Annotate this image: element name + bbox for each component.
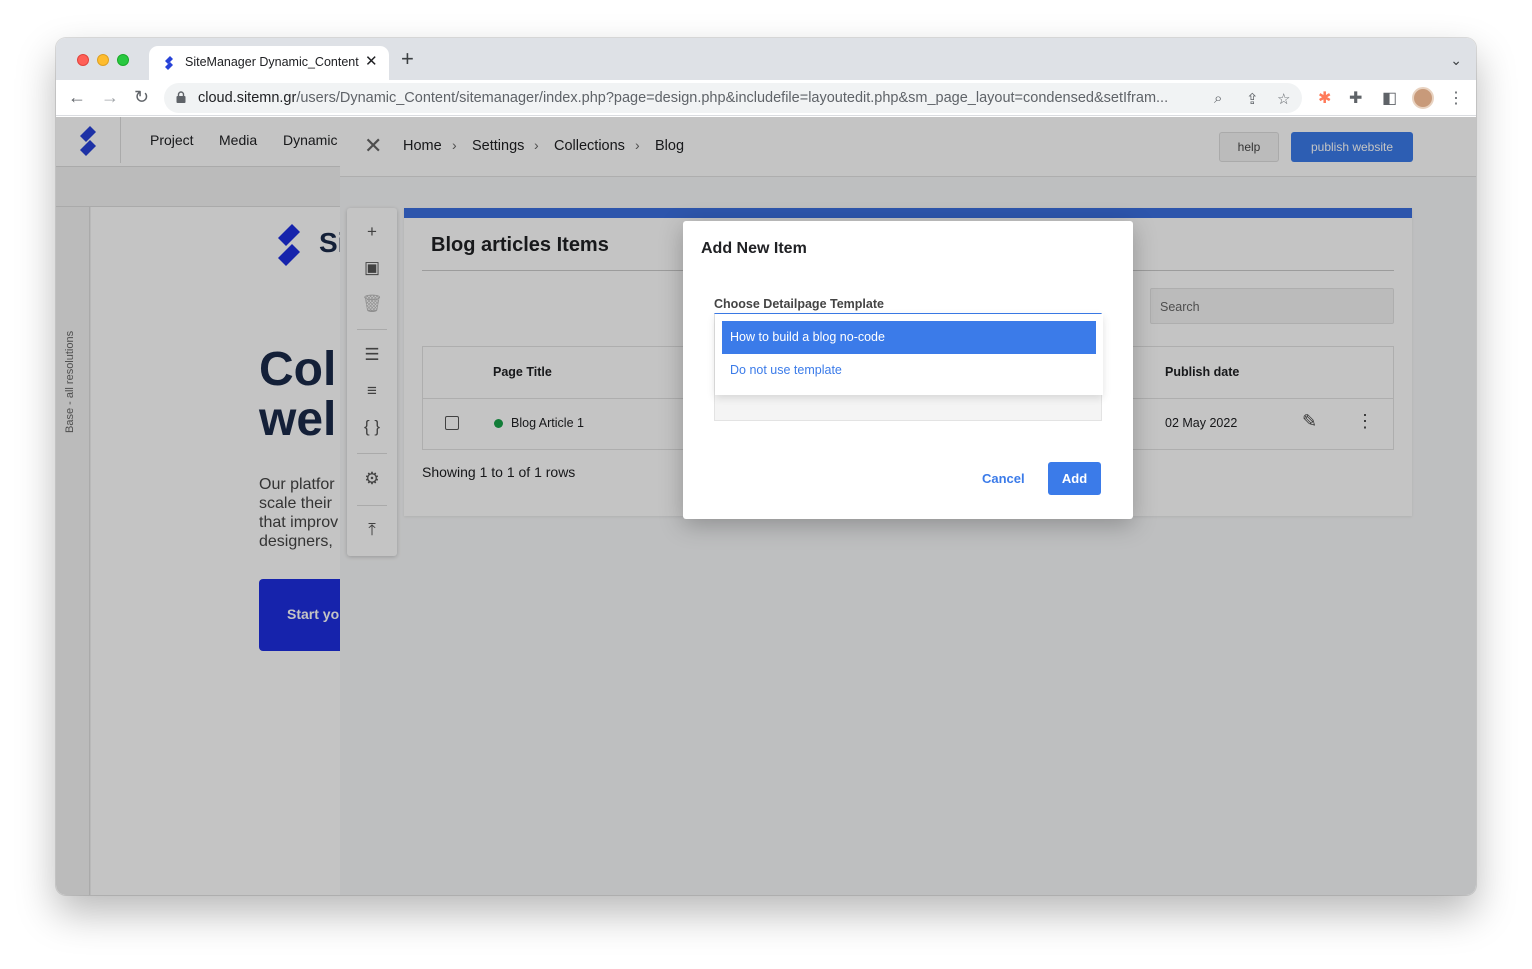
template-option[interactable]: Do not use template — [722, 354, 1096, 387]
browser-tab[interactable]: SiteManager Dynamic_Content ✕ — [149, 46, 389, 80]
forward-icon[interactable]: → — [101, 86, 119, 108]
dialog-title: Add New Item — [701, 240, 807, 257]
profile-avatar[interactable] — [1412, 87, 1434, 109]
lock-icon — [176, 91, 186, 103]
side-panel-icon[interactable]: ◧ — [1382, 88, 1397, 108]
template-option-selected[interactable]: How to build a blog no-code — [722, 321, 1096, 354]
tab-search-chevron-icon[interactable]: ⌄ — [1450, 52, 1462, 69]
cancel-button[interactable]: Cancel — [982, 462, 1025, 495]
tab-close-icon[interactable]: ✕ — [365, 52, 378, 70]
share-icon[interactable]: ⇪ — [1246, 90, 1259, 108]
page-content: Project Media Dynamic Base - all resolut… — [56, 117, 1476, 895]
bookmark-star-icon[interactable]: ☆ — [1277, 90, 1290, 108]
template-field-label: Choose Detailpage Template — [714, 297, 884, 311]
address-bar[interactable]: cloud.sitemn.gr/users/Dynamic_Content/si… — [164, 83, 1302, 113]
back-icon[interactable]: ← — [68, 86, 86, 108]
url-path: /users/Dynamic_Content/sitemanager/index… — [296, 90, 1169, 106]
sitemanager-favicon-icon — [165, 56, 173, 70]
minimize-window-button[interactable] — [97, 54, 109, 66]
close-window-button[interactable] — [77, 54, 89, 66]
browser-window: SiteManager Dynamic_Content ✕ + ⌄ ← → ↻ … — [56, 38, 1476, 895]
tab-strip: SiteManager Dynamic_Content ✕ + ⌄ — [56, 38, 1476, 80]
add-button[interactable]: Add — [1048, 462, 1101, 495]
chrome-menu-icon[interactable]: ⋮ — [1448, 88, 1464, 108]
hubspot-extension-icon[interactable]: ✱ — [1318, 88, 1331, 108]
extensions-puzzle-icon[interactable]: ✚ — [1349, 88, 1362, 108]
new-tab-icon[interactable]: + — [401, 48, 414, 70]
reload-icon[interactable]: ↻ — [134, 86, 149, 108]
template-dropdown-list: How to build a blog no-code Do not use t… — [715, 314, 1103, 395]
add-new-item-dialog: Add New Item Choose Detailpage Template … — [683, 221, 1133, 519]
zoom-icon[interactable]: ⌕ — [1214, 90, 1222, 107]
browser-toolbar: ← → ↻ cloud.sitemn.gr/users/Dynamic_Cont… — [56, 80, 1476, 116]
url-host: cloud.sitemn.gr — [198, 90, 297, 106]
zoom-window-button[interactable] — [117, 54, 129, 66]
url-text: cloud.sitemn.gr/users/Dynamic_Content/si… — [198, 90, 1203, 106]
tab-title: SiteManager Dynamic_Content — [185, 55, 359, 69]
